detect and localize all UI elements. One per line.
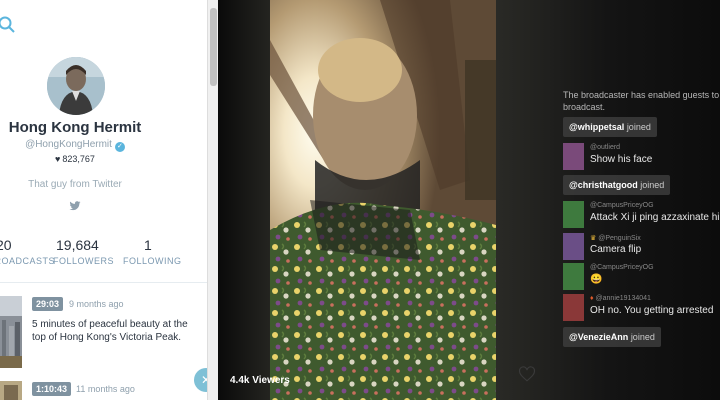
- video-area[interactable]: 4.4k Viewers The broadcaster has enabled…: [218, 0, 720, 400]
- video-thumbnail[interactable]: [0, 296, 22, 368]
- user-avatar[interactable]: [563, 201, 584, 228]
- chat-text: Attack Xi ji ping azzaxinate him: [590, 212, 720, 223]
- broadcast-video[interactable]: [270, 0, 496, 400]
- profile-handle[interactable]: @HongKongHermit: [25, 139, 112, 150]
- twitter-icon[interactable]: [69, 200, 81, 212]
- viewer-count: 4.4k Viewers: [230, 375, 290, 386]
- chat-message: ♦ @annie19134041 OH no. You getting arre…: [563, 294, 720, 321]
- joined-text: joined: [630, 332, 655, 342]
- following-label: FOLLOWING: [123, 256, 182, 266]
- heart-icon: ♥: [55, 154, 61, 164]
- joined-text: joined: [640, 180, 665, 190]
- joined-username[interactable]: @VenezieAnn: [569, 332, 628, 342]
- chat-text: Show his face: [590, 154, 653, 165]
- avatar[interactable]: [47, 57, 105, 115]
- joined-username[interactable]: @whippetsal: [569, 122, 624, 132]
- chat-username[interactable]: @outlierd: [590, 144, 620, 151]
- video-title[interactable]: 5 minutes of peaceful beauty at the top …: [32, 318, 200, 344]
- user-avatar[interactable]: [563, 143, 584, 170]
- chat-text: OH no. You getting arrested: [590, 305, 714, 316]
- followers-label: FOLLOWERS: [53, 256, 115, 266]
- hearts-count-row: ♥ 823,767: [0, 154, 150, 164]
- chat-message: @CampusPriceyOG 😀: [563, 263, 720, 290]
- divider: [0, 282, 207, 283]
- chat-username[interactable]: ♦ @annie19134041: [590, 295, 651, 302]
- verified-icon: ✓: [114, 142, 125, 152]
- video-age: 11 months ago: [76, 384, 135, 394]
- chat-username[interactable]: ♛ @PenguinSix: [590, 234, 641, 242]
- chat-notice: The broadcaster has enabled guests to jo…: [563, 90, 720, 112]
- profile-bio: That guy from Twitter: [28, 179, 122, 190]
- following-count[interactable]: 1: [144, 237, 152, 253]
- profile-panel: Hong Kong Hermit @HongKongHermit ✓ ♥ 823,7…: [0, 0, 207, 400]
- chat-message: @CampusPriceyOG Attack Xi ji ping azzaxi…: [563, 201, 720, 228]
- scrollbar[interactable]: [207, 0, 218, 400]
- chat-text: Camera flip: [590, 244, 642, 255]
- crown-icon: ♛: [590, 235, 597, 242]
- user-avatar[interactable]: [563, 263, 584, 290]
- chat-panel: The broadcaster has enabled guests to jo…: [563, 0, 720, 400]
- chat-text: 😀: [590, 274, 603, 285]
- search-icon[interactable]: [0, 16, 16, 34]
- profile-handle-row: @HongKongHermit ✓: [0, 139, 150, 152]
- user-avatar[interactable]: [563, 233, 584, 260]
- user-avatar[interactable]: [563, 294, 584, 321]
- duration-badge: 1:10:43: [32, 382, 72, 396]
- chat-message: @outlierd Show his face: [563, 143, 720, 170]
- hearts-count: 823,767: [62, 154, 95, 164]
- scrollbar-thumb[interactable]: [210, 8, 217, 86]
- broadcasts-label: BROADCASTS: [0, 256, 56, 266]
- chat-username[interactable]: @CampusPriceyOG: [590, 202, 654, 209]
- chat-message: ♛ @PenguinSix Camera flip: [563, 233, 720, 260]
- duration-badge: 29:03: [32, 297, 64, 311]
- chat-username[interactable]: @CampusPriceyOG: [590, 264, 654, 271]
- profile-name: Hong Kong Hermit: [8, 119, 142, 136]
- fire-icon: ♦: [590, 295, 594, 302]
- joined-username[interactable]: @christhatgood: [569, 180, 638, 190]
- heart-outline-icon[interactable]: [518, 365, 536, 383]
- joined-notice: @christhatgood joined: [563, 175, 671, 195]
- joined-text: joined: [626, 122, 651, 132]
- joined-notice: @VenezieAnn joined: [563, 327, 661, 347]
- video-age: 9 months ago: [69, 299, 124, 309]
- followers-count[interactable]: 19,684: [56, 237, 99, 253]
- joined-notice: @whippetsal joined: [563, 117, 657, 137]
- broadcasts-count[interactable]: 20: [0, 237, 12, 253]
- video-thumbnail[interactable]: [0, 381, 22, 400]
